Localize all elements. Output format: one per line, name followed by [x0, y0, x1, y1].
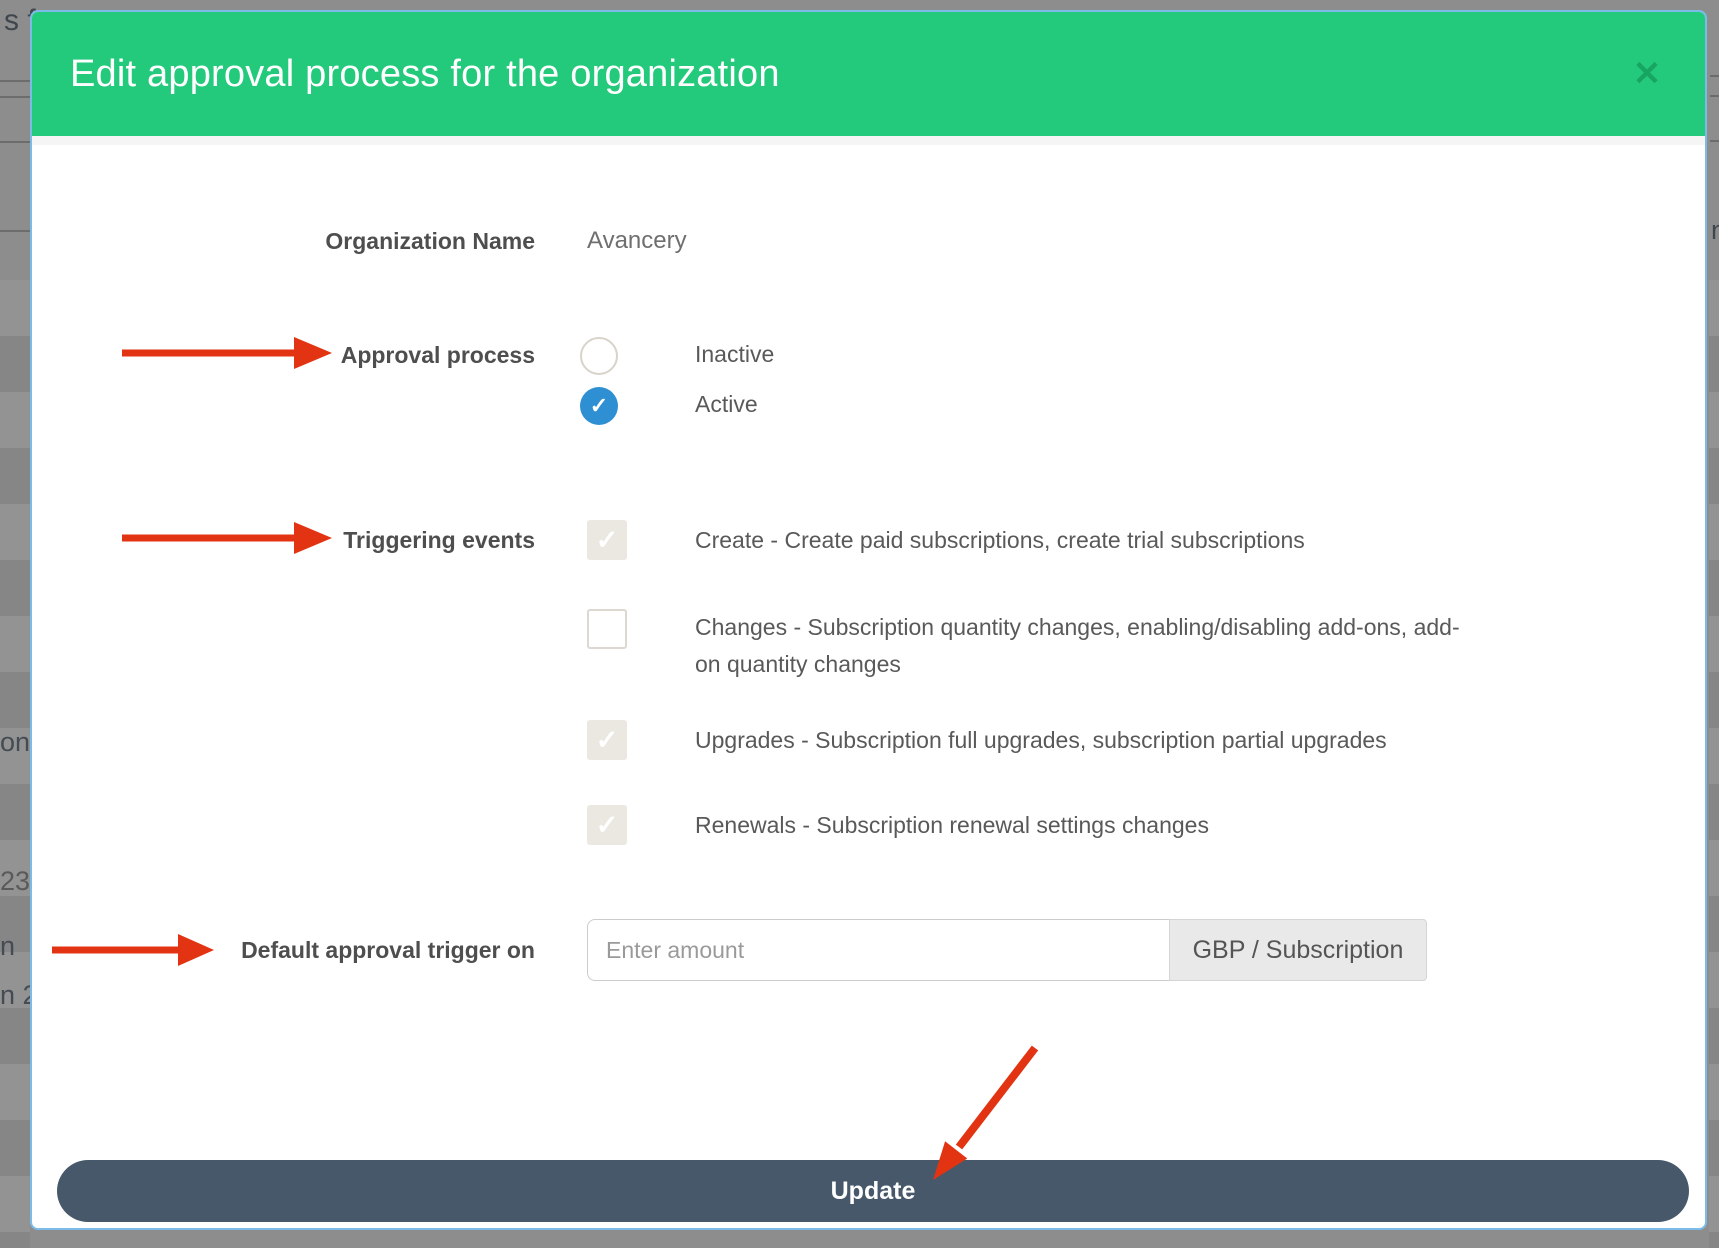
backdrop-text-fragment: on	[0, 727, 30, 758]
update-button[interactable]: Update	[57, 1160, 1689, 1222]
check-icon: ✓	[596, 725, 619, 756]
backdrop-divider	[1710, 75, 1719, 77]
page: s fo n on 231 n n 2 Edit approval proces…	[0, 0, 1719, 1248]
dialog-title: Edit approval process for the organizati…	[70, 12, 780, 136]
checkbox-renewals[interactable]: ✓	[587, 805, 627, 845]
triggering-events-label: Triggering events	[32, 527, 535, 554]
radio-inactive-label: Inactive	[695, 341, 774, 368]
check-icon: ✓	[596, 810, 619, 841]
checkbox-upgrades[interactable]: ✓	[587, 720, 627, 760]
check-icon: ✓	[596, 525, 619, 556]
checkbox-changes-label: Changes - Subscription quantity changes,…	[695, 609, 1465, 683]
amount-input[interactable]	[587, 919, 1169, 981]
radio-active[interactable]: ✓	[580, 387, 618, 425]
radio-active-label: Active	[695, 391, 758, 418]
backdrop-divider	[0, 80, 30, 82]
backdrop-table-stripes-left	[0, 280, 30, 1248]
checkbox-renewals-label: Renewals - Subscription renewal settings…	[695, 807, 1209, 844]
checkbox-upgrades-label: Upgrades - Subscription full upgrades, s…	[695, 722, 1387, 759]
org-name-value: Avancery	[587, 227, 687, 255]
dialog-header: Edit approval process for the organizati…	[32, 12, 1705, 136]
default-trigger-label: Default approval trigger on	[32, 937, 535, 964]
backdrop-divider	[0, 96, 30, 98]
backdrop-text-fragment: n	[0, 931, 15, 962]
header-divider	[32, 136, 1705, 145]
currency-unit-label: GBP / Subscription	[1169, 919, 1427, 981]
close-icon[interactable]: ✕	[1625, 52, 1669, 96]
checkbox-create-label: Create - Create paid subscriptions, crea…	[695, 522, 1305, 559]
edit-approval-process-dialog: Edit approval process for the organizati…	[30, 10, 1707, 1230]
backdrop-divider	[0, 230, 30, 232]
backdrop-divider	[0, 141, 30, 143]
check-icon: ✓	[590, 393, 608, 419]
approval-process-label: Approval process	[32, 342, 535, 369]
checkbox-changes[interactable]	[587, 609, 627, 649]
backdrop-text-fragment: n	[1711, 215, 1719, 246]
org-name-label: Organization Name	[32, 228, 535, 255]
amount-field-group: GBP / Subscription	[587, 919, 1427, 981]
backdrop-divider	[1710, 95, 1719, 97]
backdrop-divider	[1710, 140, 1719, 142]
backdrop-table-stripes-right	[1709, 280, 1719, 1248]
radio-inactive[interactable]	[580, 337, 618, 375]
checkbox-create[interactable]: ✓	[587, 520, 627, 560]
